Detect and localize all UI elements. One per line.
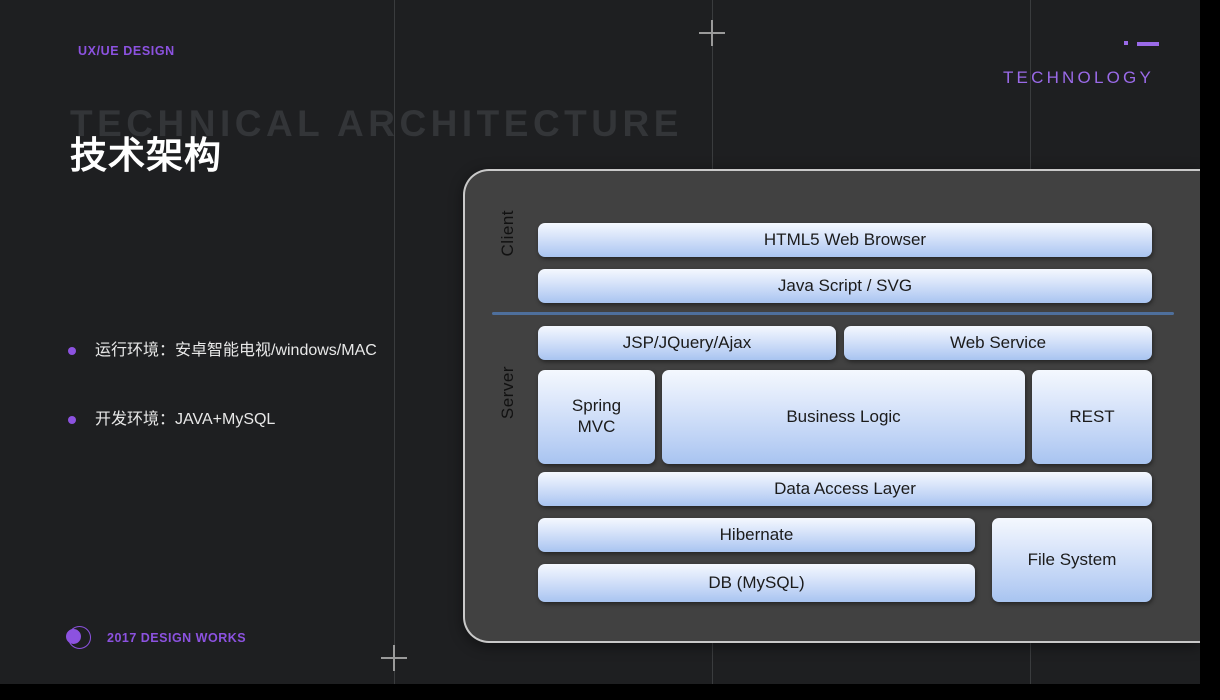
diagram-box-db-mysql[interactable]: DB (MySQL) xyxy=(538,564,975,602)
crosshair-bottom xyxy=(381,645,407,671)
footer: 2017 DESIGN WORKS xyxy=(68,626,246,649)
crescent-circle-icon xyxy=(68,626,91,649)
diagram-box-hibernate[interactable]: Hibernate xyxy=(538,518,975,552)
architecture-diagram-panel: Client Server HTML5 Web Browser Java Scr… xyxy=(463,169,1200,643)
page-title: 技术架构 xyxy=(70,125,222,179)
slide-canvas: UX/UE DESIGN TECHNOLOGY TECHNICAL ARCHIT… xyxy=(0,0,1200,684)
diagram-box-spring-mvc[interactable]: Spring MVC xyxy=(538,370,655,464)
accent-dash-icon xyxy=(1137,42,1159,46)
diagram-box-html5-web-browser[interactable]: HTML5 Web Browser xyxy=(538,223,1152,257)
diagram-box-web-service[interactable]: Web Service xyxy=(844,326,1152,360)
diagram-box-java-script-svg[interactable]: Java Script / SVG xyxy=(538,269,1152,303)
bullet-text: 开发环境：JAVA+MySQL xyxy=(95,409,275,431)
eyebrow-label: UX/UE DESIGN xyxy=(78,44,175,58)
accent-dot-icon xyxy=(1124,41,1128,45)
tier-divider xyxy=(492,312,1174,315)
list-item: 运行环境：安卓智能电视/windows/MAC xyxy=(68,340,448,362)
diagram-box-file-system[interactable]: File System xyxy=(992,518,1152,602)
list-item: 开发环境：JAVA+MySQL xyxy=(68,409,448,431)
diagram-box-data-access-layer[interactable]: Data Access Layer xyxy=(538,472,1152,506)
diagram-box-business-logic[interactable]: Business Logic xyxy=(662,370,1025,464)
bullet-dot-icon xyxy=(68,347,76,355)
crosshair-top xyxy=(699,20,725,46)
footer-label: 2017 DESIGN WORKS xyxy=(107,631,246,645)
diagram-box-rest[interactable]: REST xyxy=(1032,370,1152,464)
bullet-list: 运行环境：安卓智能电视/windows/MAC 开发环境：JAVA+MySQL xyxy=(68,340,448,477)
bullet-dot-icon xyxy=(68,416,76,424)
technology-tag: TECHNOLOGY xyxy=(1003,68,1154,88)
bullet-text: 运行环境：安卓智能电视/windows/MAC xyxy=(95,340,377,362)
diagram-box-jsp-jquery-ajax[interactable]: JSP/JQuery/Ajax xyxy=(538,326,836,360)
tier-label-client: Client xyxy=(498,210,518,256)
tier-label-server: Server xyxy=(498,366,518,419)
